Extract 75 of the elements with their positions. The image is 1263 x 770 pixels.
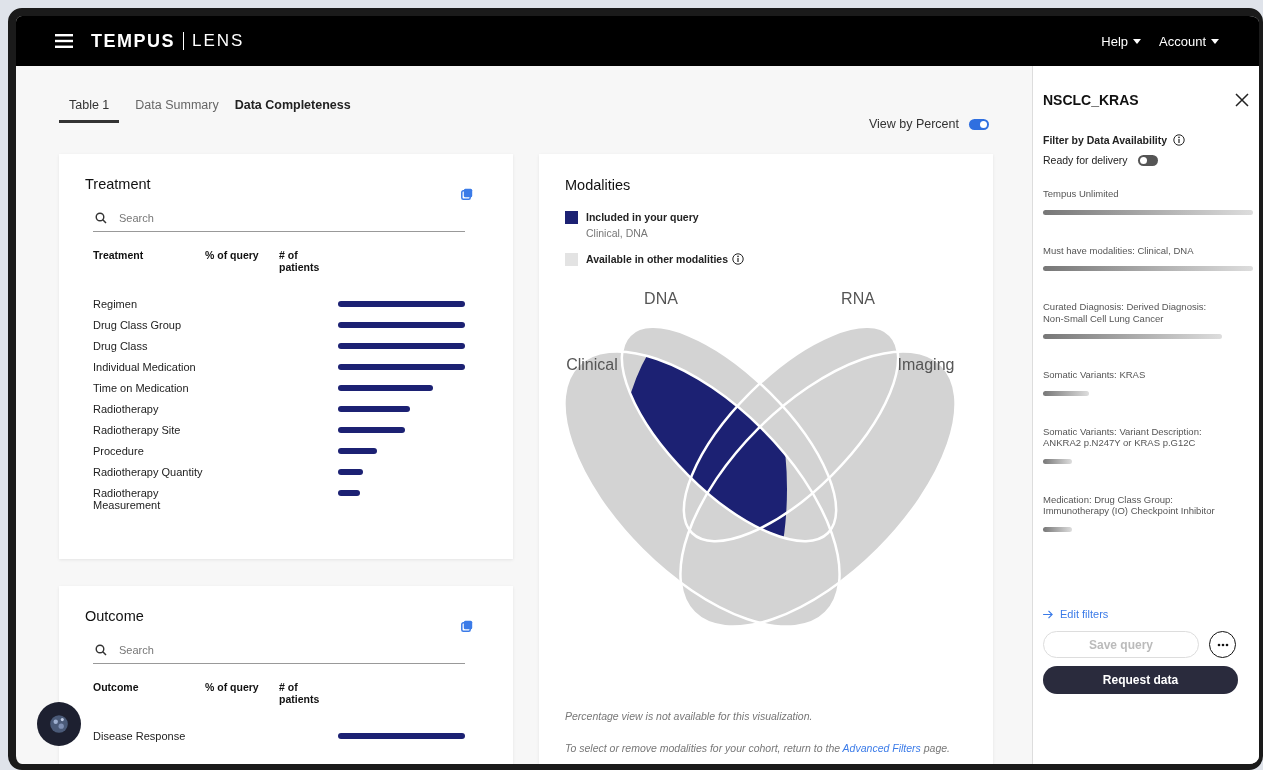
- card-title: Modalities: [564, 177, 632, 193]
- venn-label: Imaging: [897, 356, 955, 373]
- row-label: Time on Medication: [93, 382, 190, 394]
- venn-label: RNA: [841, 290, 875, 307]
- more-icon: [1216, 642, 1229, 647]
- legend-sublabel: Clinical, DNA: [586, 227, 649, 239]
- arrow-icon: [1043, 609, 1054, 619]
- bar: [338, 490, 360, 496]
- row-label: Radiotherapy Quantity: [93, 466, 204, 478]
- search-field[interactable]: Search: [119, 212, 463, 224]
- filter-heading: Filter by Data Availability: [1043, 134, 1168, 146]
- advanced-filters-link[interactable]: Advanced Filters: [842, 742, 921, 754]
- filter-label: Must have modalities: Clinical, DNA: [1043, 244, 1195, 256]
- row-label: Procedure: [93, 445, 145, 457]
- header-menu[interactable]: Account: [1159, 33, 1219, 49]
- tab[interactable]: Data Completeness: [234, 98, 351, 123]
- tab[interactable]: Table 1: [59, 98, 120, 123]
- search-icon: [95, 212, 107, 224]
- toggle-label: Ready for delivery: [1043, 154, 1128, 166]
- more-button[interactable]: [1209, 631, 1236, 658]
- close-icon[interactable]: [1235, 93, 1249, 107]
- bar: [338, 469, 364, 475]
- note-text: Percentage view is not available for this visualization.: [565, 710, 814, 722]
- column-header: % of query: [205, 249, 260, 263]
- filter-label: Somatic Variants: KRAS: [1043, 369, 1147, 381]
- legend-label: Available in other modalities: [586, 253, 728, 265]
- filter-bar: [1043, 458, 1073, 464]
- caret-icon: [1133, 38, 1141, 44]
- info-icon[interactable]: [732, 253, 744, 265]
- brand-name[interactable]: TEMPUS: [91, 30, 175, 52]
- header-menu[interactable]: Help: [1101, 33, 1141, 49]
- column-header: Outcome: [93, 681, 140, 695]
- column-header: % of query: [205, 681, 260, 695]
- card-title: Treatment: [85, 176, 151, 192]
- row-label: Drug Class Group: [93, 319, 183, 331]
- column-header: # of patients: [279, 249, 319, 273]
- caret-icon: [1211, 38, 1219, 44]
- filter-label: Medication: Drug Class Group: Immunotherapy (IO) Checkpoint Inhibitor: [1043, 493, 1215, 517]
- filter-label: Somatic Variants: Variant Description: ANKRA2 p.N247Y or KRAS p.G12C: [1043, 425, 1203, 449]
- row-label: Radiotherapy Measurement: [93, 487, 162, 511]
- edit-filters-link[interactable]: Edit filters: [1043, 608, 1249, 620]
- view-percent-toggle[interactable]: [969, 118, 989, 130]
- toggle-label: View by Percent: [868, 117, 959, 131]
- filter-label: Tempus Unlimited: [1043, 188, 1120, 200]
- copy-icon[interactable]: [461, 620, 473, 632]
- row-label: Regimen: [93, 298, 139, 310]
- search-icon: [95, 644, 107, 656]
- menu-icon[interactable]: [55, 34, 73, 48]
- venn-label: DNA: [644, 290, 678, 307]
- assistant-button[interactable]: [37, 702, 81, 746]
- copy-icon[interactable]: [461, 188, 473, 200]
- bar: [338, 427, 406, 433]
- venn-label: Clinical: [566, 356, 618, 373]
- filter-label: Curated Diagnosis: Derived Diagnosis: Non-Small Cell Lung Cancer: [1043, 301, 1208, 324]
- tab[interactable]: Data Summary: [135, 98, 219, 123]
- info-icon[interactable]: [1173, 134, 1186, 146]
- column-header: # of patients: [279, 681, 319, 705]
- search-field[interactable]: Search: [119, 644, 463, 656]
- request-data-button[interactable]: Request data: [1043, 666, 1238, 694]
- row-label: Disease Response: [93, 730, 187, 742]
- row-label: Radiotherapy Site: [93, 424, 182, 436]
- row-label: Radiotherapy: [93, 403, 160, 415]
- row-label: Individual Medication: [93, 361, 197, 373]
- orb-icon: [48, 713, 70, 735]
- card-title: Outcome: [85, 608, 144, 624]
- filter-bar: [1043, 390, 1090, 396]
- row-label: Drug Class: [93, 340, 149, 352]
- ready-toggle[interactable]: [1137, 154, 1158, 166]
- footer-text: To select or remove modalities for your cohort, return to the Advanced Filters page.: [565, 742, 951, 754]
- filter-bar: [1043, 526, 1073, 532]
- panel-title: NSCLC_KRAS: [1043, 92, 1139, 108]
- bar: [338, 448, 378, 454]
- product-name[interactable]: LENS: [192, 31, 245, 51]
- column-header: Treatment: [93, 249, 145, 263]
- legend-label: Included in your query: [586, 211, 699, 223]
